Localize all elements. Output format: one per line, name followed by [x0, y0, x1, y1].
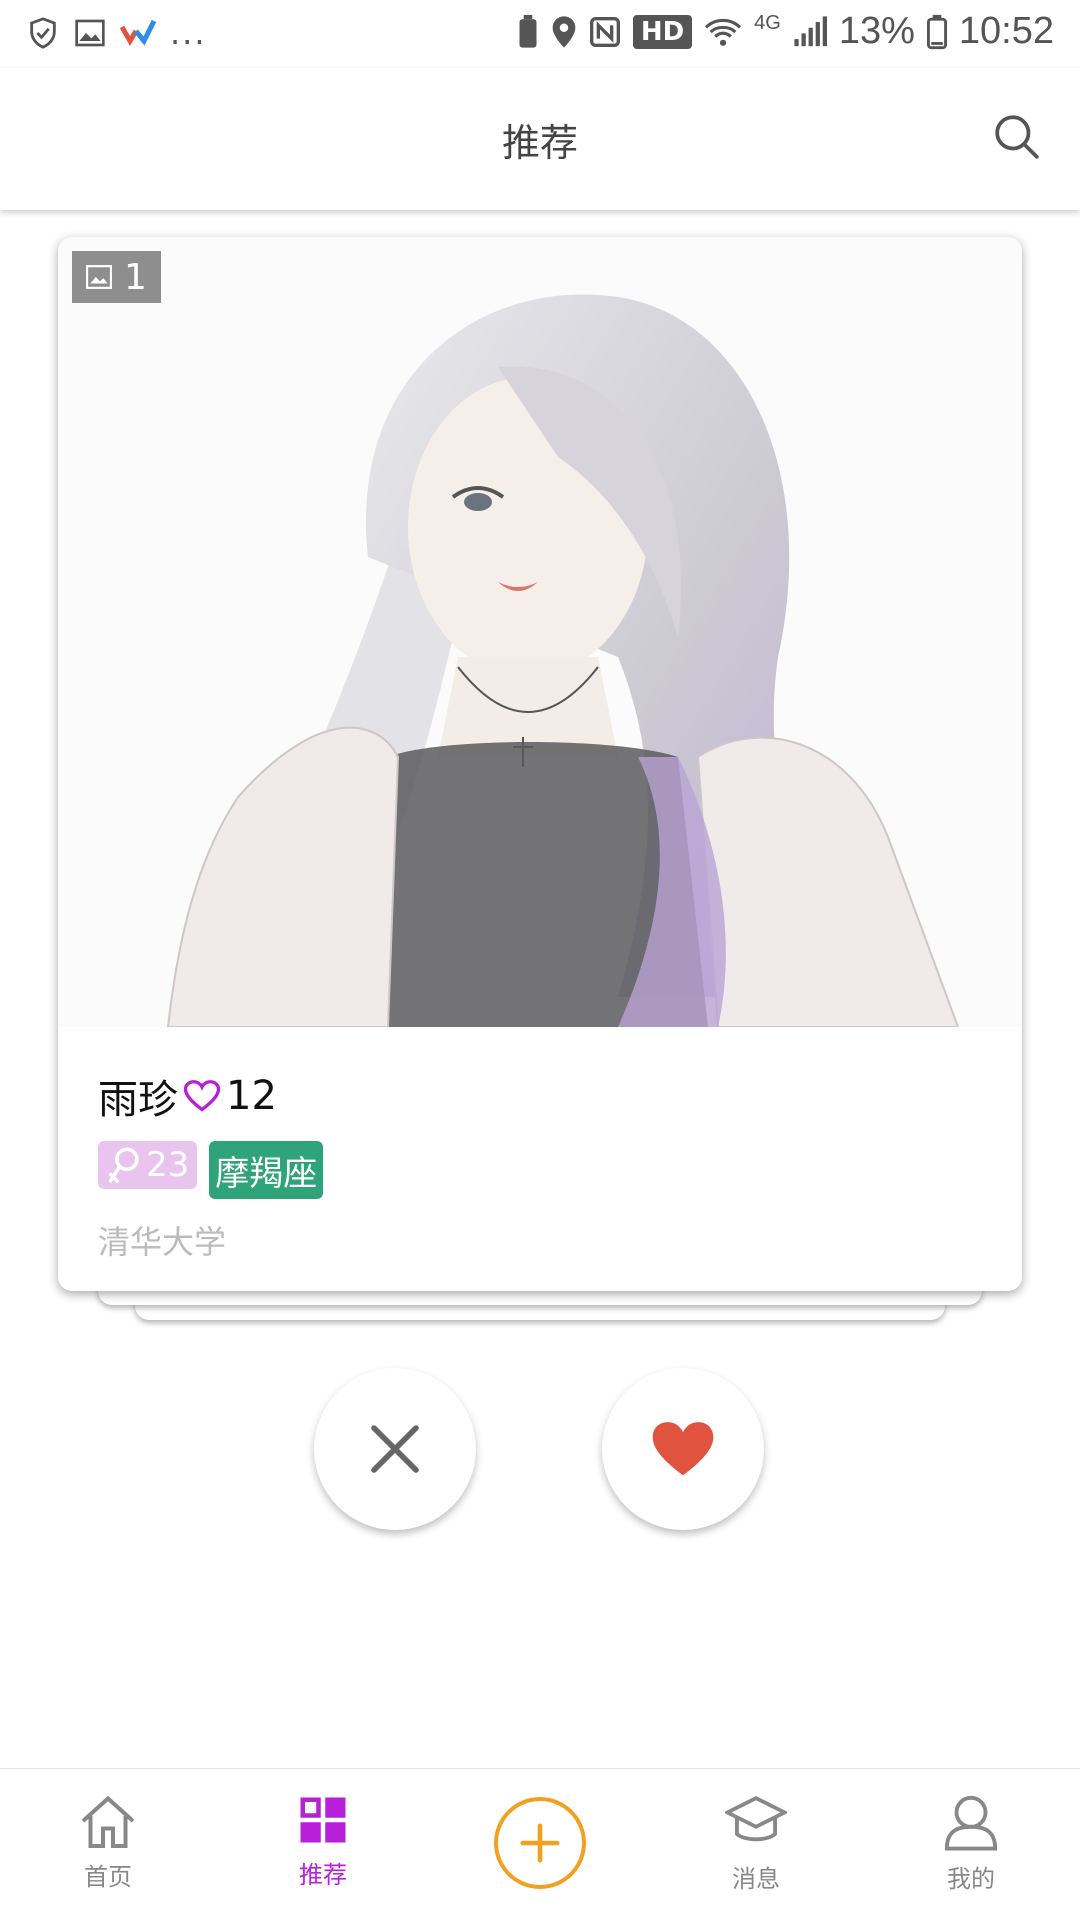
- battery-saver-icon: [519, 14, 537, 48]
- nav-item-messages[interactable]: 消息: [696, 1793, 816, 1894]
- grid-icon: [300, 1797, 346, 1843]
- wifi-icon: [705, 18, 742, 46]
- shield-check-icon: [30, 17, 56, 49]
- search-icon: [995, 115, 1039, 159]
- clock: 10:52: [958, 10, 1054, 52]
- photo-count-badge: 1: [72, 251, 161, 303]
- app-header: 推荐: [0, 68, 1080, 210]
- home-icon: [81, 1795, 135, 1848]
- profile-name: 雨珍: [98, 1077, 178, 1123]
- add-icon: [520, 1823, 560, 1863]
- status-more: ...: [170, 14, 207, 52]
- user-icon: [944, 1795, 998, 1851]
- female-icon: [108, 1147, 139, 1184]
- image-icon: [86, 265, 112, 289]
- graduation-cap-icon: [723, 1796, 789, 1842]
- image-icon: [75, 19, 105, 47]
- add-button[interactable]: [494, 1797, 586, 1889]
- nav-label-home: 首页: [84, 1863, 132, 1891]
- nav-label-recommend: 推荐: [299, 1861, 347, 1889]
- nfc-icon: [589, 16, 620, 47]
- app-logo-icon: [120, 19, 156, 46]
- heart-icon: [652, 1422, 714, 1476]
- hd-badge: HD: [632, 14, 693, 49]
- like-button[interactable]: [602, 1368, 764, 1530]
- age: 23: [146, 1145, 190, 1185]
- name-row: 雨珍 12: [98, 1067, 982, 1125]
- profile-tags: 23 摩羯座: [98, 1141, 982, 1199]
- profile-info: 雨珍 12 23 摩羯座 清华大学: [98, 1067, 982, 1263]
- bottom-nav: 首页 推荐 消息 我的: [0, 1768, 1080, 1921]
- page-title: 推荐: [501, 121, 578, 165]
- profile-photo[interactable]: 1: [58, 237, 1022, 1028]
- heart-outline-icon: [184, 1080, 220, 1112]
- nav-label-messages: 消息: [732, 1865, 780, 1893]
- gender-age-tag: 23: [98, 1141, 198, 1189]
- search-button[interactable]: [992, 112, 1042, 162]
- nav-item-recommend[interactable]: 推荐: [263, 1793, 383, 1890]
- location-icon: [552, 15, 576, 48]
- battery-percent: 13%: [838, 10, 915, 52]
- photo-count: 1: [124, 256, 147, 298]
- nav-item-me[interactable]: 我的: [911, 1793, 1031, 1894]
- profile-illustration: [58, 237, 1022, 1028]
- nav-item-home[interactable]: 首页: [48, 1793, 168, 1892]
- nav-label-me: 我的: [947, 1865, 995, 1893]
- status-left: ...: [26, 14, 207, 52]
- zodiac-tag: 摩羯座: [209, 1141, 324, 1199]
- dislike-button[interactable]: [314, 1368, 476, 1530]
- status-bar: ... HD 4G 13% 10:52: [0, 0, 1080, 68]
- status-right: HD 4G 13% 10:52: [517, 10, 1054, 53]
- profile-card[interactable]: 1 雨珍 12 23 摩羯座 清华大学: [58, 237, 1022, 1291]
- network-type: 4G: [754, 12, 781, 34]
- close-icon: [371, 1425, 419, 1473]
- battery-icon: [926, 14, 947, 49]
- signal-icon: [794, 15, 827, 46]
- like-count: 12: [226, 1073, 277, 1119]
- school: 清华大学: [98, 1223, 227, 1261]
